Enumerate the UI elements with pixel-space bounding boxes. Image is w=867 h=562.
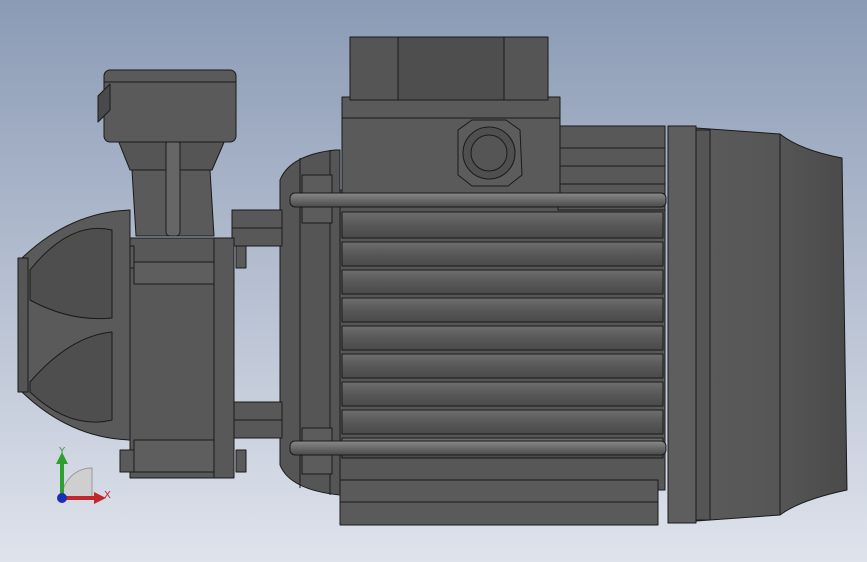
tie-rod-bottom[interactable] bbox=[289, 440, 667, 456]
model-canvas[interactable]: Y X bbox=[0, 0, 867, 562]
cable-gland[interactable] bbox=[457, 119, 523, 187]
fan-cover[interactable] bbox=[667, 125, 848, 524]
z-axis-dot bbox=[57, 493, 67, 503]
cooling-fins bbox=[341, 211, 664, 459]
x-axis-label: X bbox=[104, 490, 111, 501]
tie-rod-top[interactable] bbox=[289, 192, 667, 208]
terminal-box[interactable] bbox=[341, 36, 561, 194]
pump-casing[interactable] bbox=[119, 237, 247, 479]
cad-viewport[interactable]: Y X bbox=[0, 0, 867, 562]
y-axis-label: Y bbox=[58, 446, 66, 457]
